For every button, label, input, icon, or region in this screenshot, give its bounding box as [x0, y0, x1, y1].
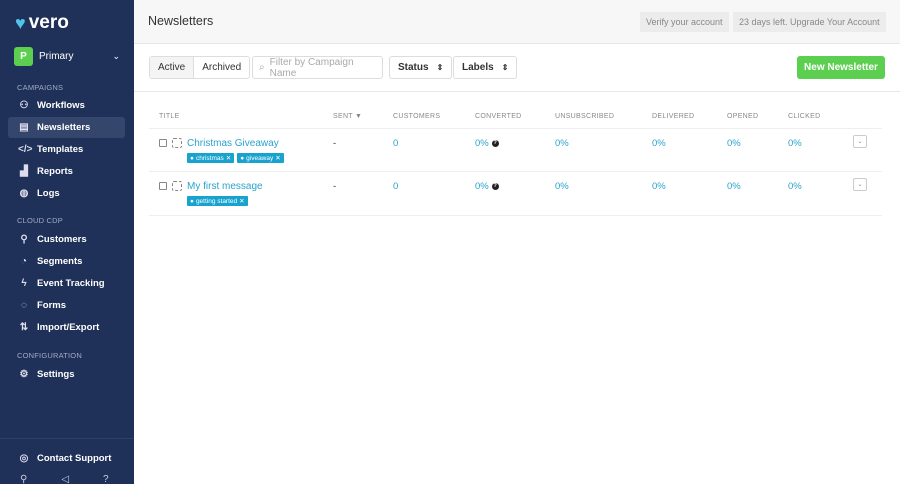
sidebar-item-customers[interactable]: ⚲ Customers — [8, 229, 125, 250]
sidebar-item-import-export[interactable]: ⇅ Import/Export — [8, 317, 125, 338]
remove-tag-icon[interactable]: ✕ — [275, 154, 280, 162]
updown-icon: ⇕ — [501, 63, 509, 72]
status-tabs: Active Archived — [149, 56, 251, 79]
tag-list: ● christmas ✕ ● giveaway ✕ — [187, 153, 284, 163]
workflow-icon: ⚇ — [19, 100, 29, 111]
header: Newsletters Verify your account 23 days … — [134, 0, 900, 44]
customers-value[interactable]: 0 — [393, 181, 398, 192]
tag[interactable]: ● christmas ✕ — [187, 153, 235, 163]
contact-support[interactable]: ◎ Contact Support — [8, 448, 125, 469]
tag-icon: ● — [190, 154, 194, 162]
table-row: Christmas Giveaway ● christmas ✕ ● giveaway… — [149, 128, 882, 172]
vero-logo[interactable]: ♥ vero — [15, 12, 69, 34]
megaphone-icon[interactable]: ◁ — [61, 474, 69, 485]
code-icon: </> — [18, 144, 33, 155]
pie-icon: ◔ — [20, 256, 28, 267]
sidebar-divider — [0, 438, 134, 439]
account-switcher[interactable]: P Primary ⌄ — [14, 47, 120, 66]
sent-value: - — [333, 181, 337, 192]
converted-value[interactable]: 0%? — [475, 181, 499, 192]
newsletter-title-link[interactable]: My first message — [187, 181, 263, 192]
search-icon: ⌕ — [259, 62, 265, 73]
section-campaigns: CAMPAIGNS — [17, 83, 64, 92]
chart-icon: ▟ — [20, 166, 28, 177]
col-customers: CUSTOMERS — [393, 113, 441, 120]
account-avatar: P — [14, 47, 33, 66]
sidebar-item-settings[interactable]: ⚙ Settings — [8, 364, 125, 385]
heart-logo-icon: ♥ — [15, 12, 26, 33]
col-title: TITLE — [159, 113, 180, 120]
remove-tag-icon[interactable]: ✕ — [239, 197, 244, 205]
tag-list: ● getting started ✕ — [187, 196, 248, 206]
lifebuoy-icon: ◎ — [19, 453, 29, 464]
tag[interactable]: ● giveaway ✕ — [237, 153, 284, 163]
section-cloud-cdp: CLOUD CDP — [17, 216, 63, 225]
gear-icon: ⚙ — [19, 369, 29, 380]
converted-value[interactable]: 0%? — [475, 138, 499, 149]
row-checkbox[interactable] — [159, 182, 167, 190]
campaign-filter-input[interactable]: ⌕ Filter by Campaign Name — [252, 56, 383, 79]
tag-icon: ● — [240, 154, 245, 162]
table-row: My first message ● getting started ✕ - 0 0… — [149, 172, 882, 216]
sidebar-item-event-tracking[interactable]: ϟ Event Tracking — [8, 273, 125, 294]
globe-icon: ◍ — [19, 188, 29, 199]
section-configuration: CONFIGURATION — [17, 351, 82, 360]
bolt-icon: ϟ — [21, 278, 27, 289]
account-name: Primary — [39, 51, 74, 62]
sidebar-item-forms[interactable]: ◌ Forms — [8, 295, 125, 316]
help-icon[interactable]: ? — [491, 183, 499, 190]
col-converted: CONVERTED — [475, 113, 522, 120]
sidebar-item-segments[interactable]: ◔ Segments — [8, 251, 125, 272]
tag[interactable]: ● getting started ✕ — [187, 196, 248, 206]
new-newsletter-button[interactable]: New Newsletter — [797, 56, 885, 79]
unsubscribed-value[interactable]: 0% — [555, 138, 569, 149]
sidebar-item-logs[interactable]: ◍ Logs — [8, 183, 125, 204]
verify-account-button[interactable]: Verify your account — [640, 12, 729, 32]
col-unsubscribed: UNSUBSCRIBED — [555, 113, 615, 120]
col-sent[interactable]: SENT ▼ — [333, 113, 362, 120]
chevron-down-icon: ⌄ — [112, 51, 120, 61]
preview-placeholder-icon — [172, 181, 182, 191]
clicked-value[interactable]: 0% — [788, 138, 802, 149]
preview-placeholder-icon — [172, 138, 182, 148]
updown-icon: ⇕ — [436, 63, 444, 72]
help-icon[interactable]: ? — [103, 474, 109, 485]
delivered-value[interactable]: 0% — [652, 181, 666, 192]
sidebar-item-workflows[interactable]: ⚇ Workflows — [8, 95, 125, 116]
chat-icon: ◌ — [21, 300, 27, 311]
opened-value[interactable]: 0% — [727, 138, 741, 149]
sidebar: ♥ vero P Primary ⌄ CAMPAIGNS ⚇ Workflows ▤… — [0, 0, 134, 485]
opened-value[interactable]: 0% — [727, 181, 741, 192]
row-checkbox[interactable] — [159, 139, 167, 147]
sent-value: - — [333, 138, 337, 149]
toolbar: Active Archived ⌕ Filter by Campaign Name… — [134, 45, 900, 92]
unsubscribed-value[interactable]: 0% — [555, 181, 569, 192]
delivered-value[interactable]: 0% — [652, 138, 666, 149]
sidebar-item-templates[interactable]: </> Templates — [8, 139, 125, 160]
tag-icon: ● — [190, 197, 194, 205]
clicked-value[interactable]: 0% — [788, 181, 802, 192]
col-opened: OPENED — [727, 113, 759, 120]
page-title: Newsletters — [148, 14, 214, 28]
remove-tag-icon[interactable]: ✕ — [226, 154, 231, 162]
customers-value[interactable]: 0 — [393, 138, 398, 149]
tab-archived[interactable]: Archived — [193, 57, 249, 78]
help-icon[interactable]: ? — [491, 140, 499, 147]
upgrade-account-button[interactable]: 23 days left. Upgrade Your Account — [733, 12, 886, 32]
labels-select[interactable]: Labels ⇕ — [453, 56, 518, 79]
sidebar-item-newsletters[interactable]: ▤ Newsletters — [8, 117, 125, 138]
newsletter-title-link[interactable]: Christmas Giveaway — [187, 138, 279, 149]
import-export-icon: ⇅ — [19, 322, 29, 333]
user-icon: ⚲ — [20, 234, 28, 245]
row-menu-chevron-icon[interactable]: ⌄ — [853, 178, 867, 191]
sidebar-item-reports[interactable]: ▟ Reports — [8, 161, 125, 182]
sidebar-bottom-icons: ⚲ ◁? — [20, 474, 109, 485]
user-icon[interactable]: ⚲ — [20, 474, 27, 485]
tab-active[interactable]: Active — [150, 57, 194, 78]
col-clicked: CLICKED — [788, 113, 821, 120]
status-select[interactable]: Status ⇕ — [389, 56, 453, 79]
newsletter-icon: ▤ — [19, 122, 29, 133]
row-menu-chevron-icon[interactable]: ⌄ — [853, 135, 867, 148]
col-delivered: DELIVERED — [652, 113, 695, 120]
